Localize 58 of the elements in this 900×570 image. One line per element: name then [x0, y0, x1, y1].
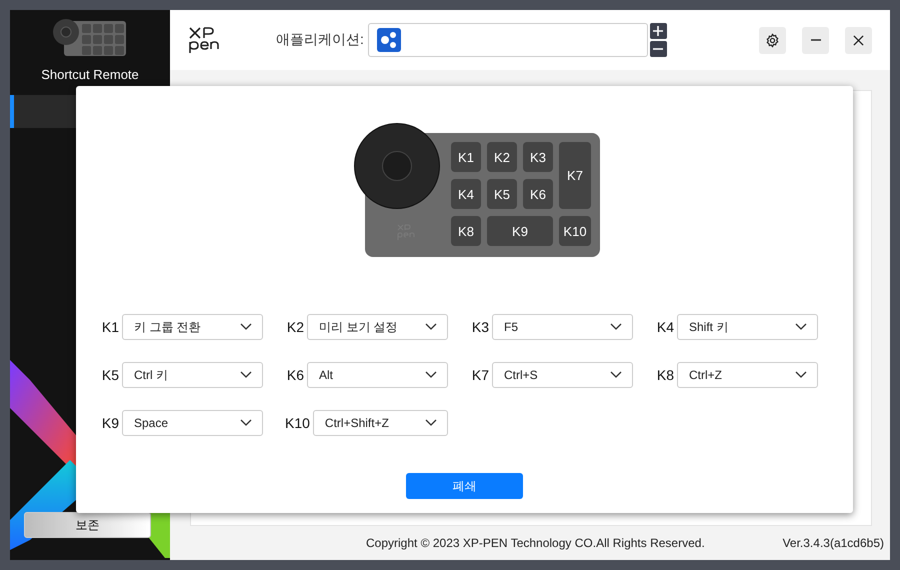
- chevron-down-icon: [610, 371, 622, 379]
- close-dialog-button[interactable]: 폐쇄: [406, 473, 523, 499]
- chevron-down-icon: [795, 371, 807, 379]
- chevron-down-icon: [425, 419, 437, 427]
- device-key: K1: [451, 142, 481, 172]
- shortcut-dropdown[interactable]: Space: [122, 410, 263, 436]
- chevron-down-icon: [425, 371, 437, 379]
- app-icon: [376, 28, 401, 52]
- key-label: K5: [102, 367, 119, 383]
- chevron-down-icon: [240, 371, 252, 379]
- logo-icon: [188, 26, 222, 54]
- chevron-down-icon: [610, 323, 622, 331]
- key-label: K4: [656, 319, 674, 335]
- device-thumbnail-icon: [52, 18, 128, 58]
- close-icon: [853, 34, 864, 46]
- shortcut-dropdown[interactable]: Ctrl+Shift+Z: [312, 410, 448, 436]
- key-label: K3: [472, 319, 489, 335]
- shortcut-dropdown[interactable]: Ctrl+S: [492, 362, 633, 388]
- version-text: Ver.3.4.3(a1cd6b5): [782, 536, 884, 550]
- chevron-down-icon: [425, 323, 437, 331]
- copyright-text: Copyright © 2023 XP-PEN Technology CO.All Rights Reserved.: [366, 536, 705, 550]
- settings-button[interactable]: [759, 26, 786, 54]
- remove-button[interactable]: [650, 41, 667, 57]
- key-label: K10: [285, 415, 310, 431]
- shortcut-dropdown[interactable]: Ctrl 키: [122, 362, 263, 388]
- plus-icon: [653, 26, 664, 36]
- chevron-down-icon: [240, 323, 252, 331]
- device-key: K4: [451, 179, 481, 209]
- key-label: K2: [286, 319, 304, 335]
- device-key: K9: [487, 216, 553, 246]
- shortcut-dropdown[interactable]: Ctrl+Z: [677, 362, 818, 388]
- settings-icon: [765, 32, 780, 48]
- device-key: K7: [559, 142, 591, 209]
- device-key: K6: [523, 179, 553, 209]
- shortcut-dropdown[interactable]: 미리 보기 설정: [307, 314, 448, 340]
- key-label: K7: [472, 367, 489, 383]
- shortcut-dropdown[interactable]: Alt: [307, 362, 448, 388]
- application-label: 애플리케이션:: [276, 31, 364, 49]
- application-field[interactable]: [368, 23, 648, 57]
- minimize-button[interactable]: [802, 26, 829, 54]
- device-key: K2: [487, 142, 517, 172]
- key-label: K6: [286, 367, 304, 383]
- key-label: K1: [102, 319, 119, 335]
- device-name: Shortcut Remote: [41, 67, 139, 82]
- shortcut-dropdown[interactable]: F5: [492, 314, 633, 340]
- chevron-down-icon: [795, 323, 807, 331]
- chevron-down-icon: [240, 419, 252, 427]
- shortcut-dropdown[interactable]: 키 그룹 전환: [122, 314, 263, 340]
- shortcut-dropdown[interactable]: Shift 키: [677, 314, 818, 340]
- key-label: K9: [102, 415, 119, 431]
- device-key: K5: [487, 179, 517, 209]
- close-button[interactable]: [845, 26, 872, 54]
- device-key: K8: [451, 216, 481, 246]
- save-button[interactable]: 보존: [24, 512, 151, 538]
- key-label: K8: [656, 367, 674, 383]
- device-key: K10: [559, 216, 591, 246]
- add-button[interactable]: [650, 23, 667, 39]
- device-key: K3: [523, 142, 553, 172]
